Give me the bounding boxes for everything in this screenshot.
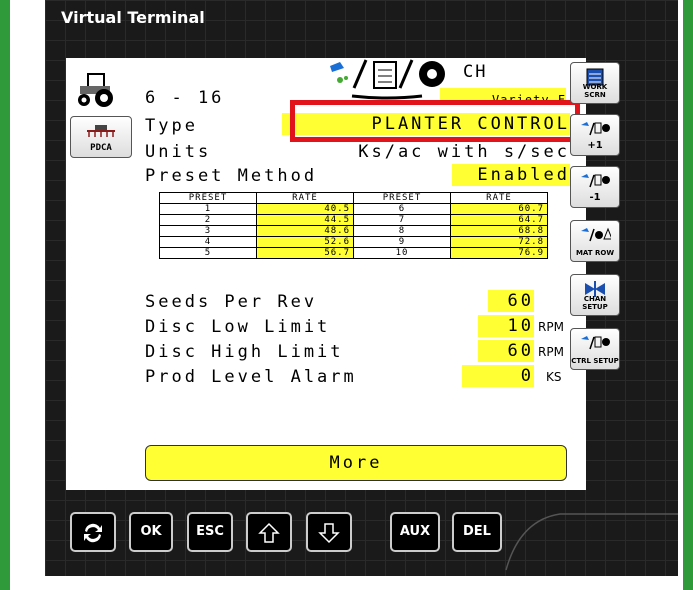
prod-level-label: Prod Level Alarm xyxy=(145,367,357,387)
table-header: RATE xyxy=(256,192,354,204)
tractor-icon xyxy=(70,66,130,110)
down-arrow-icon xyxy=(318,523,340,544)
rate-value[interactable]: 68.8 xyxy=(450,225,548,237)
pdca-button[interactable]: PDCA xyxy=(70,116,132,158)
aux-button[interactable]: AUX xyxy=(390,512,440,552)
disc-low-unit: RPM xyxy=(538,320,564,334)
rate-value[interactable]: 76.9 xyxy=(450,247,548,259)
rate-value[interactable]: 56.7 xyxy=(256,247,354,259)
bottom-panel-curve xyxy=(500,500,678,580)
plus-one-button[interactable]: +1 xyxy=(570,114,620,156)
seeds-per-rev-label: Seeds Per Rev xyxy=(145,292,318,312)
planter-icon xyxy=(87,125,115,137)
prod-level-value[interactable]: 0 xyxy=(462,365,534,387)
minus-one-label: -1 xyxy=(589,192,601,203)
control-setup-label: CTRL SETUP xyxy=(571,357,619,365)
refresh-button[interactable] xyxy=(70,512,116,552)
preset-number: 5 xyxy=(159,247,257,259)
disc-low-value[interactable]: 10 xyxy=(478,315,534,337)
up-arrow-icon xyxy=(258,522,280,543)
disc-high-value[interactable]: 60 xyxy=(478,340,534,362)
rate-value[interactable]: 60.7 xyxy=(450,203,548,215)
down-arrow-button[interactable] xyxy=(306,512,352,552)
ch-label: CH xyxy=(463,62,488,82)
rate-value[interactable]: 44.5 xyxy=(256,214,354,226)
table-row: 1 40.5 6 60.7 xyxy=(159,203,548,215)
channel-setup-label: CHAN SETUP xyxy=(582,295,608,311)
channel-setup-button[interactable]: CHAN SETUP xyxy=(570,274,620,316)
preset-number: 10 xyxy=(353,247,451,259)
more-button[interactable]: More xyxy=(145,445,567,481)
del-button[interactable]: DEL xyxy=(452,512,502,552)
units-value[interactable]: Ks/ac with s/sec xyxy=(338,142,570,160)
preset-table: PRESET RATE PRESET RATE 1 40.5 6 60.7 2 … xyxy=(159,192,548,259)
disc-high-unit: RPM xyxy=(538,345,564,359)
minus-one-button[interactable]: -1 xyxy=(570,166,620,208)
rate-value[interactable]: 48.6 xyxy=(256,225,354,237)
preset-number: 6 xyxy=(353,203,451,215)
rate-value[interactable]: 72.8 xyxy=(450,236,548,248)
preset-method-label: Preset Method xyxy=(145,166,318,186)
work-screen-button[interactable]: WORK SCRN xyxy=(570,62,620,104)
rate-value[interactable]: 52.6 xyxy=(256,236,354,248)
preset-number: 9 xyxy=(353,236,451,248)
table-header: PRESET xyxy=(353,192,451,204)
page-number: 6 - 16 xyxy=(145,88,225,108)
disc-high-label: Disc High Limit xyxy=(145,342,344,362)
table-header: RATE xyxy=(450,192,548,204)
seed-disc-icon xyxy=(581,122,610,136)
preset-number: 2 xyxy=(159,214,257,226)
plus-one-label: +1 xyxy=(587,140,603,151)
window-title: Virtual Terminal xyxy=(61,8,205,27)
preset-method-value[interactable]: Enabled xyxy=(452,164,570,186)
preset-number: 1 xyxy=(159,203,257,215)
seeds-per-rev-value[interactable]: 60 xyxy=(488,290,534,312)
up-arrow-button[interactable] xyxy=(246,512,292,552)
esc-button[interactable]: ESC xyxy=(187,512,233,552)
table-row: 2 44.5 7 64.7 xyxy=(159,214,548,226)
ok-button[interactable]: OK xyxy=(129,512,173,552)
disc-low-label: Disc Low Limit xyxy=(145,317,331,337)
table-row: 5 56.7 10 76.9 xyxy=(159,247,548,259)
prod-level-unit: KS xyxy=(546,370,562,384)
pdca-label: PDCA xyxy=(90,143,112,153)
seed-disc-icon xyxy=(581,174,610,188)
rate-value[interactable]: 40.5 xyxy=(256,203,354,215)
mat-row-label: MAT ROW xyxy=(575,249,615,257)
table-row: 3 48.6 8 68.8 xyxy=(159,225,548,237)
work-screen-label: WORK SCRN xyxy=(582,83,608,99)
preset-number: 3 xyxy=(159,225,257,237)
preset-number: 8 xyxy=(353,225,451,237)
seed-disc-icon xyxy=(581,336,610,350)
table-header: PRESET xyxy=(159,192,257,204)
preset-number: 7 xyxy=(353,214,451,226)
table-row: 4 52.6 9 72.8 xyxy=(159,236,548,248)
refresh-icon xyxy=(84,523,102,543)
type-label: Type xyxy=(145,116,198,136)
rate-value[interactable]: 64.7 xyxy=(450,214,548,226)
mat-row-icon xyxy=(581,227,611,242)
annotation-highlight-box xyxy=(290,100,580,142)
control-setup-button[interactable]: CTRL SETUP xyxy=(570,328,620,370)
mat-row-button[interactable]: MAT ROW xyxy=(570,220,620,262)
preset-number: 4 xyxy=(159,236,257,248)
units-label: Units xyxy=(145,142,212,162)
